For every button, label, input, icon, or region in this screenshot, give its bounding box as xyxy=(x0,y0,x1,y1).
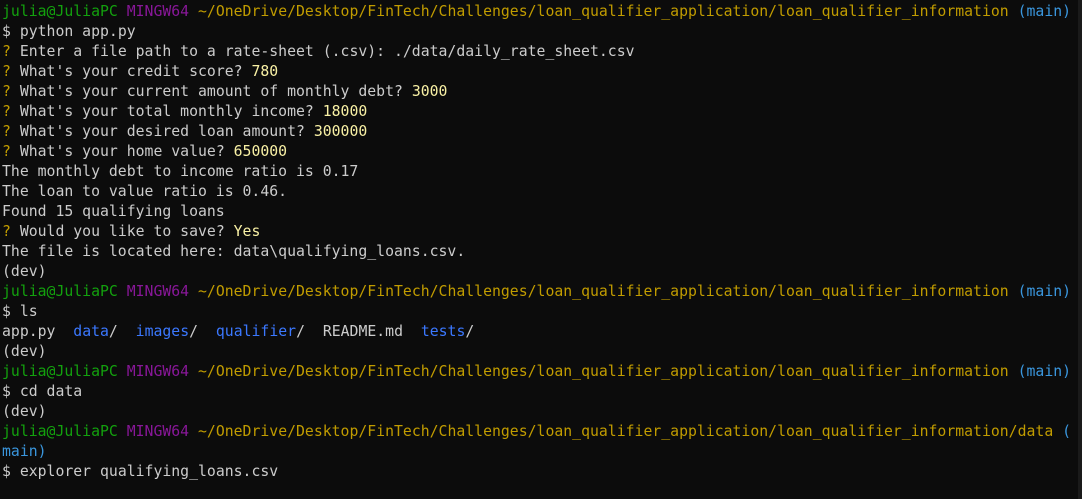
prompt-user: julia@JuliaPC xyxy=(2,363,118,380)
ls-slash: / xyxy=(465,323,475,340)
question-mark: ? xyxy=(2,83,20,100)
question-mark: ? xyxy=(2,43,20,60)
answer-text: 780 xyxy=(251,63,279,80)
ls-directory: tests xyxy=(420,323,466,340)
terminal-window[interactable]: julia@JuliaPC MINGW64 ~/OneDrive/Desktop… xyxy=(0,0,1082,499)
question-mark: ? xyxy=(2,143,20,160)
question-text: Enter a file path to a rate-sheet (.csv)… xyxy=(19,43,394,60)
output-line: The monthly debt to income ratio is 0.17 xyxy=(2,163,359,180)
ls-directory: data xyxy=(73,323,109,340)
ls-slash: / xyxy=(189,323,199,340)
question-text: What's your credit score? xyxy=(19,63,252,80)
prompt-line-wrap: main) xyxy=(2,442,1082,462)
answer-text: 300000 xyxy=(313,123,368,140)
command-text: python app.py xyxy=(19,23,136,40)
output-line: The loan to value ratio is 0.46. xyxy=(2,183,288,200)
prompt-user: julia@JuliaPC xyxy=(2,3,118,20)
prompt-branch: (main) xyxy=(1017,3,1072,20)
answer-text: ./data/daily_rate_sheet.csv xyxy=(393,43,635,60)
command-text: explorer qualifying_loans.csv xyxy=(19,463,279,480)
ls-file: README.md xyxy=(322,323,403,340)
command-line: $ cd data xyxy=(2,382,1082,402)
question-mark: ? xyxy=(2,223,20,240)
answer-text: 3000 xyxy=(411,83,448,100)
answer-text: 650000 xyxy=(233,143,288,160)
prompt-path: ~/OneDrive/Desktop/FinTech/Challenges/lo… xyxy=(198,363,1009,380)
question-line: ? What's your home value? 650000 xyxy=(2,142,1082,162)
question-text: What's your desired loan amount? xyxy=(19,123,314,140)
answer-text: Yes xyxy=(233,223,261,240)
prompt-dollar: $ xyxy=(2,463,20,480)
answer-text: 18000 xyxy=(322,103,368,120)
command-line: $ python app.py xyxy=(2,22,1082,42)
prompt-dollar: $ xyxy=(2,23,20,40)
prompt-system: MINGW64 xyxy=(126,283,190,300)
prompt-user: julia@JuliaPC xyxy=(2,283,118,300)
ls-slash: / xyxy=(108,323,118,340)
scrollbar[interactable] xyxy=(1078,0,1082,499)
command-text: ls xyxy=(19,303,38,320)
prompt-branch-open: ( xyxy=(1062,423,1072,440)
prompt-path: ~/OneDrive/Desktop/FinTech/Challenges/lo… xyxy=(198,423,1054,440)
ls-directory: images xyxy=(135,323,190,340)
prompt-branch: (main) xyxy=(1017,283,1072,300)
prompt-system: MINGW64 xyxy=(126,3,190,20)
question-mark: ? xyxy=(2,63,20,80)
command-line[interactable]: $ explorer qualifying_loans.csv xyxy=(2,462,1082,482)
prompt-system: MINGW64 xyxy=(126,363,190,380)
prompt-system: MINGW64 xyxy=(126,423,190,440)
question-line: ? What's your total monthly income? 1800… xyxy=(2,102,1082,122)
question-line: ? What's your current amount of monthly … xyxy=(2,82,1082,102)
prompt-line: julia@JuliaPC MINGW64 ~/OneDrive/Desktop… xyxy=(2,282,1082,302)
ls-directory: qualifier xyxy=(215,323,297,340)
command-line: $ ls xyxy=(2,302,1082,322)
prompt-line: julia@JuliaPC MINGW64 ~/OneDrive/Desktop… xyxy=(2,422,1082,442)
ls-slash: / xyxy=(296,323,305,340)
question-text: What's your home value? xyxy=(19,143,234,160)
question-line: ? What's your desired loan amount? 30000… xyxy=(2,122,1082,142)
ls-output-line: app.py data/ images/ qualifier/ README.m… xyxy=(2,322,1082,342)
command-text: cd data xyxy=(19,383,83,400)
question-line: ? Would you like to save? Yes xyxy=(2,222,1082,242)
prompt-path: ~/OneDrive/Desktop/FinTech/Challenges/lo… xyxy=(198,283,1009,300)
question-line: ? What's your credit score? 780 xyxy=(2,62,1082,82)
prompt-dollar: $ xyxy=(2,383,20,400)
prompt-path: ~/OneDrive/Desktop/FinTech/Challenges/lo… xyxy=(198,3,1009,20)
question-mark: ? xyxy=(2,103,20,120)
prompt-dollar: $ xyxy=(2,303,20,320)
prompt-branch: (main) xyxy=(1017,363,1072,380)
question-text: What's your total monthly income? xyxy=(19,103,323,120)
prompt-branch-close: main) xyxy=(2,443,47,460)
ls-file: app.py xyxy=(2,323,56,340)
prompt-line: julia@JuliaPC MINGW64 ~/OneDrive/Desktop… xyxy=(2,2,1082,22)
question-mark: ? xyxy=(2,123,20,140)
question-line: ? Enter a file path to a rate-sheet (.cs… xyxy=(2,42,1082,62)
env-line: (dev) xyxy=(2,263,47,280)
output-line: Found 15 qualifying loans xyxy=(2,203,225,220)
question-text: What's your current amount of monthly de… xyxy=(19,83,412,100)
env-line: (dev) xyxy=(2,343,47,360)
prompt-user: julia@JuliaPC xyxy=(2,423,118,440)
output-line: The file is located here: data\qualifyin… xyxy=(2,243,466,260)
env-line: (dev) xyxy=(2,403,47,420)
question-text: Would you like to save? xyxy=(19,223,234,240)
prompt-line: julia@JuliaPC MINGW64 ~/OneDrive/Desktop… xyxy=(2,362,1082,382)
